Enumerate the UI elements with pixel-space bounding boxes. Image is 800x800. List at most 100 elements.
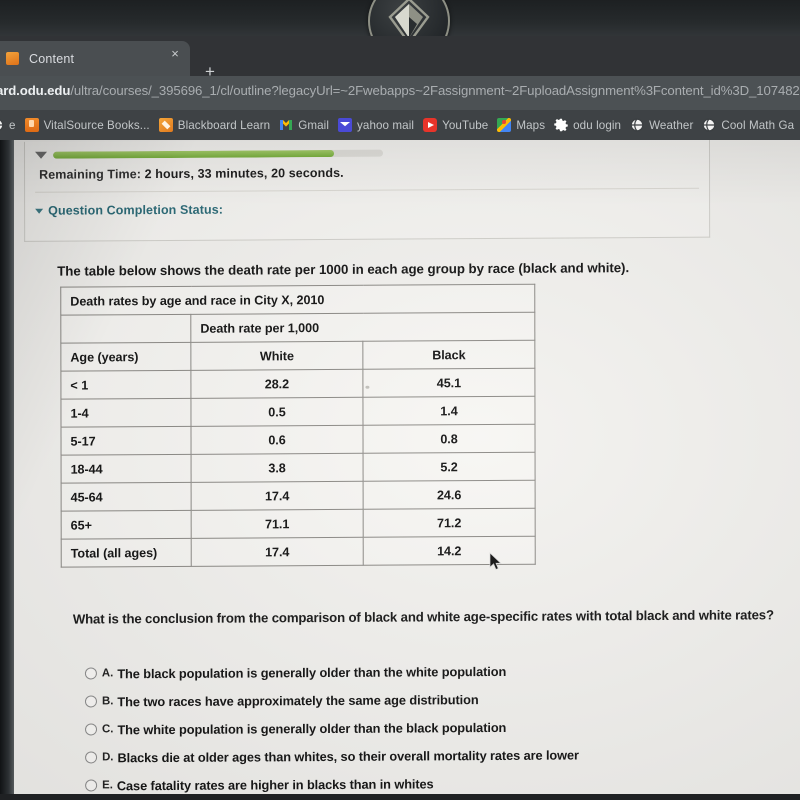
death-rates-table: Death rates by age and race in City X, 2… — [60, 283, 536, 568]
table-cell-age-group: 18-44 — [61, 454, 192, 484]
chevron-down-icon[interactable] — [35, 151, 48, 159]
bookmark-label: VitalSource Books... — [43, 118, 150, 132]
table-cell-age-group: 5-17 — [61, 426, 192, 456]
chevron-down-icon — [35, 208, 44, 214]
yahoo-mail-icon — [338, 118, 353, 132]
radio-button[interactable] — [85, 779, 98, 792]
blackboard-assessment-page: Remaining Time: 2 hours, 33 minutes, 20 … — [0, 140, 800, 800]
google-maps-icon — [497, 118, 512, 132]
table-column-header: Black — [362, 340, 535, 370]
photo-bottom-strip — [0, 794, 800, 800]
bookmark-item-yahoo-mail[interactable]: yahoo mail — [338, 118, 414, 132]
blackboard-favicon-icon — [6, 52, 19, 65]
answer-option-text: Blacks die at older ages than whites, so… — [117, 746, 579, 765]
photographed-monitor-scene: Content × + oard.odu.edu/ultra/courses/_… — [0, 0, 800, 800]
globe-icon — [0, 118, 4, 132]
timer-panel: Remaining Time: 2 hours, 33 minutes, 20 … — [24, 140, 711, 242]
bookmark-label: Gmail — [298, 118, 330, 132]
remaining-time: Remaining Time: 2 hours, 33 minutes, 20 … — [39, 166, 344, 182]
bookmark-item-cool-math-games[interactable]: Cool Math Ga — [702, 118, 794, 132]
question-intro-text: The table below shows the death rate per… — [57, 260, 630, 279]
question-completion-status-label: Question Completion Status: — [48, 202, 224, 218]
table-cell-value: 3.8 — [191, 453, 364, 483]
table-cell-age-group: 45-64 — [61, 482, 192, 512]
browser-chrome: Content × + oard.odu.edu/ultra/courses/_… — [0, 36, 800, 140]
table-column-header: White — [190, 341, 363, 371]
radio-button[interactable] — [85, 723, 98, 736]
answer-option-letter: D. — [102, 751, 114, 764]
browser-tab-content[interactable]: Content — [0, 41, 190, 76]
table-row: Total (all ages) 17.4 14.2 — [61, 536, 536, 568]
radio-button[interactable] — [84, 695, 97, 708]
question-completion-status-toggle[interactable]: Question Completion Status: — [35, 203, 223, 218]
gmail-icon — [279, 118, 293, 132]
bookmarks-bar: e VitalSource Books... Blackboard Learn … — [0, 110, 800, 140]
bookmark-label: Blackboard Learn — [177, 118, 271, 132]
close-icon[interactable]: × — [168, 47, 182, 61]
bookmark-item-odu-login[interactable]: odu login — [554, 118, 621, 132]
question-stem: What is the conclusion from the comparis… — [72, 607, 774, 627]
answer-option-c[interactable]: C. The white population is generally olde… — [85, 711, 785, 743]
remaining-time-label: Remaining Time: — [39, 167, 142, 182]
table-cell-value: 0.5 — [190, 397, 363, 427]
remaining-time-value: 2 hours, 33 minutes, 20 seconds. — [144, 165, 344, 182]
bookmark-label: e — [9, 118, 16, 132]
timer-progress-row — [35, 145, 395, 163]
answer-options-list: A. The black population is generally olde… — [84, 655, 785, 799]
tab-title: Content — [29, 51, 75, 66]
bookmark-item-gmail[interactable]: Gmail — [279, 118, 329, 132]
youtube-icon — [423, 118, 438, 132]
table-cell-value: 17.4 — [191, 481, 364, 511]
table-cell-value: 24.6 — [363, 480, 536, 510]
timer-progress-track — [53, 149, 384, 159]
answer-option-text: Case fatality rates are higher in blacks… — [116, 775, 434, 793]
table-cell-value: 17.4 — [191, 537, 364, 567]
table-row: 5-17 0.6 0.8 — [61, 424, 536, 456]
table-spanning-header: Death rate per 1,000 — [190, 312, 535, 343]
table-cell-value: 1.4 — [362, 396, 535, 426]
table-row: 45-64 17.4 24.6 — [61, 480, 536, 512]
url-domain: oard.odu.edu — [0, 83, 71, 98]
table-cell-value: 0.8 — [362, 424, 536, 454]
table-row: 1-4 0.5 1.4 — [60, 396, 535, 428]
table-title: Death rates by age and race in City X, 2… — [60, 284, 535, 316]
address-bar[interactable]: oard.odu.edu/ultra/courses/_395696_1/cl/… — [0, 76, 800, 110]
bookmark-label: Cool Math Ga — [721, 118, 795, 132]
address-bar-url: oard.odu.edu/ultra/courses/_395696_1/cl/… — [0, 83, 800, 98]
table-cell-age-group: 1-4 — [60, 398, 191, 428]
bookmark-item-maps[interactable]: Maps — [497, 118, 545, 132]
answer-option-text: The black population is generally older … — [117, 663, 507, 681]
table-header-row: Age (years) White Black — [60, 340, 535, 372]
table-cell-value: 28.2 — [190, 369, 363, 399]
photo-dust-artifact — [365, 385, 370, 389]
gear-icon — [554, 118, 568, 132]
table-cell-value: 0.6 — [190, 425, 364, 455]
photo-left-gutter — [0, 140, 14, 800]
table-blank-corner-cell — [60, 314, 191, 344]
radio-button[interactable] — [85, 751, 98, 764]
radio-button[interactable] — [84, 667, 97, 680]
table-cell-age-group: < 1 — [60, 370, 191, 400]
bookmark-label: yahoo mail — [357, 118, 415, 132]
answer-option-letter: B. — [101, 695, 114, 708]
answer-option-d[interactable]: D. Blacks die at older ages than whites, … — [85, 739, 785, 771]
table-cell-value: 71.1 — [191, 509, 364, 539]
table-cell-value: 14.2 — [363, 536, 536, 566]
vitalsource-icon — [24, 118, 39, 132]
answer-option-text: The two races have approximately the sam… — [117, 691, 479, 709]
answer-option-a[interactable]: A. The black population is generally olde… — [84, 655, 785, 687]
table-row: < 1 28.2 45.1 — [60, 368, 535, 400]
answer-option-text: The white population is generally older … — [117, 719, 507, 737]
bookmark-label: Weather — [649, 118, 694, 132]
bookmark-item-0[interactable]: e — [0, 118, 16, 132]
answer-option-letter: C. — [102, 723, 114, 736]
answer-option-b[interactable]: B. The two races have approximately the s… — [84, 683, 785, 715]
table-cell-value: 71.2 — [363, 508, 536, 538]
bookmark-item-vitalsource[interactable]: VitalSource Books... — [24, 118, 150, 132]
bookmark-item-youtube[interactable]: YouTube — [423, 118, 488, 132]
bookmark-label: Maps — [516, 118, 546, 132]
bookmark-item-blackboard-learn[interactable]: Blackboard Learn — [158, 118, 271, 132]
table-cell-value: 45.1 — [362, 368, 535, 398]
bookmark-item-weather[interactable]: Weather — [630, 118, 693, 132]
table-row: 65+ 71.1 71.2 — [61, 508, 536, 540]
